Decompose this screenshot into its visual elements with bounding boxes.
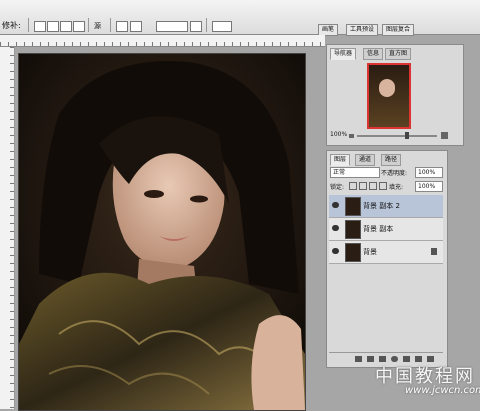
lock-label: 锁定:: [330, 184, 345, 191]
tab-info[interactable]: 信息: [363, 48, 384, 60]
tab-channels[interactable]: 通道: [355, 154, 376, 166]
layer-thumbnail: [345, 220, 361, 239]
zoom-value[interactable]: 100%: [330, 131, 347, 138]
layer-thumbnail: [345, 197, 361, 216]
source-label: 源: [94, 22, 101, 30]
use-pattern-icon[interactable]: [130, 21, 142, 32]
intersect-selection-icon[interactable]: [73, 21, 85, 32]
opacity-label: 不透明度:: [381, 170, 408, 177]
pattern-picker[interactable]: [156, 21, 188, 32]
lock-position-icon[interactable]: [369, 182, 377, 190]
separator: [28, 18, 29, 32]
zoom-slider[interactable]: [357, 135, 437, 137]
layer-name[interactable]: 背景 副本: [363, 224, 393, 234]
tab-navigator[interactable]: 导航器: [330, 48, 357, 60]
navigator-thumbnail[interactable]: [367, 63, 411, 129]
lock-transparent-icon[interactable]: [349, 182, 357, 190]
layer-row[interactable]: 背景: [329, 241, 443, 264]
transparent-toggle[interactable]: [212, 21, 232, 32]
photo-portrait: [19, 54, 305, 410]
lock-pixels-icon[interactable]: [359, 182, 367, 190]
horizontal-ruler: [0, 35, 325, 47]
tab-layer-comps[interactable]: 图层复合: [382, 24, 415, 36]
add-selection-icon[interactable]: [47, 21, 59, 32]
tool-label: 修补:: [2, 21, 21, 30]
new-selection-icon[interactable]: [34, 21, 46, 32]
layer-row[interactable]: 背景 副本 2: [329, 195, 443, 218]
pattern-icon[interactable]: [116, 21, 128, 32]
tab-histogram[interactable]: 直方图: [385, 48, 412, 60]
dropdown-icon[interactable]: [190, 21, 202, 32]
layer-name[interactable]: 背景 副本 2: [363, 201, 400, 211]
subtract-selection-icon[interactable]: [60, 21, 72, 32]
lock-all-icon[interactable]: [379, 182, 387, 190]
navigator-panel: 导航器 信息 直方图 100%: [326, 44, 464, 146]
vertical-ruler: [0, 47, 15, 409]
separator: [110, 18, 111, 32]
thumbnail-face: [379, 79, 395, 97]
zoom-slider-handle[interactable]: [405, 132, 409, 139]
eye-icon[interactable]: [332, 248, 339, 254]
layer-style-icon[interactable]: [367, 356, 374, 362]
layer-name[interactable]: 背景: [363, 247, 377, 257]
lock-icon: [431, 248, 437, 255]
options-bar: 修补: 源 画笔 工具预设 图层复合: [0, 0, 480, 36]
watermark-url: www.jcwcn.com: [405, 385, 480, 396]
eye-icon[interactable]: [332, 202, 339, 208]
tab-layers[interactable]: 图层: [330, 154, 351, 166]
layer-thumbnail: [345, 243, 361, 262]
separator: [206, 18, 207, 32]
zoom-out-icon[interactable]: [349, 134, 354, 138]
eye-icon[interactable]: [332, 225, 339, 231]
tab-paths[interactable]: 路径: [381, 154, 402, 166]
fill-field[interactable]: 100%: [415, 181, 443, 192]
fill-label: 填充:: [389, 184, 404, 191]
layers-panel: 图层 通道 路径 正常 不透明度: 100% 锁定: 填充: 100% 背景 副…: [326, 150, 448, 368]
zoom-in-icon[interactable]: [441, 132, 448, 139]
tab-tool-presets[interactable]: 工具预设: [346, 24, 379, 36]
layer-row[interactable]: 背景 副本: [329, 218, 443, 241]
document-canvas[interactable]: [18, 53, 306, 411]
blend-mode-select[interactable]: 正常: [330, 167, 380, 178]
separator: [88, 18, 89, 32]
opacity-field[interactable]: 100%: [415, 167, 443, 178]
link-layers-icon[interactable]: [355, 356, 362, 362]
